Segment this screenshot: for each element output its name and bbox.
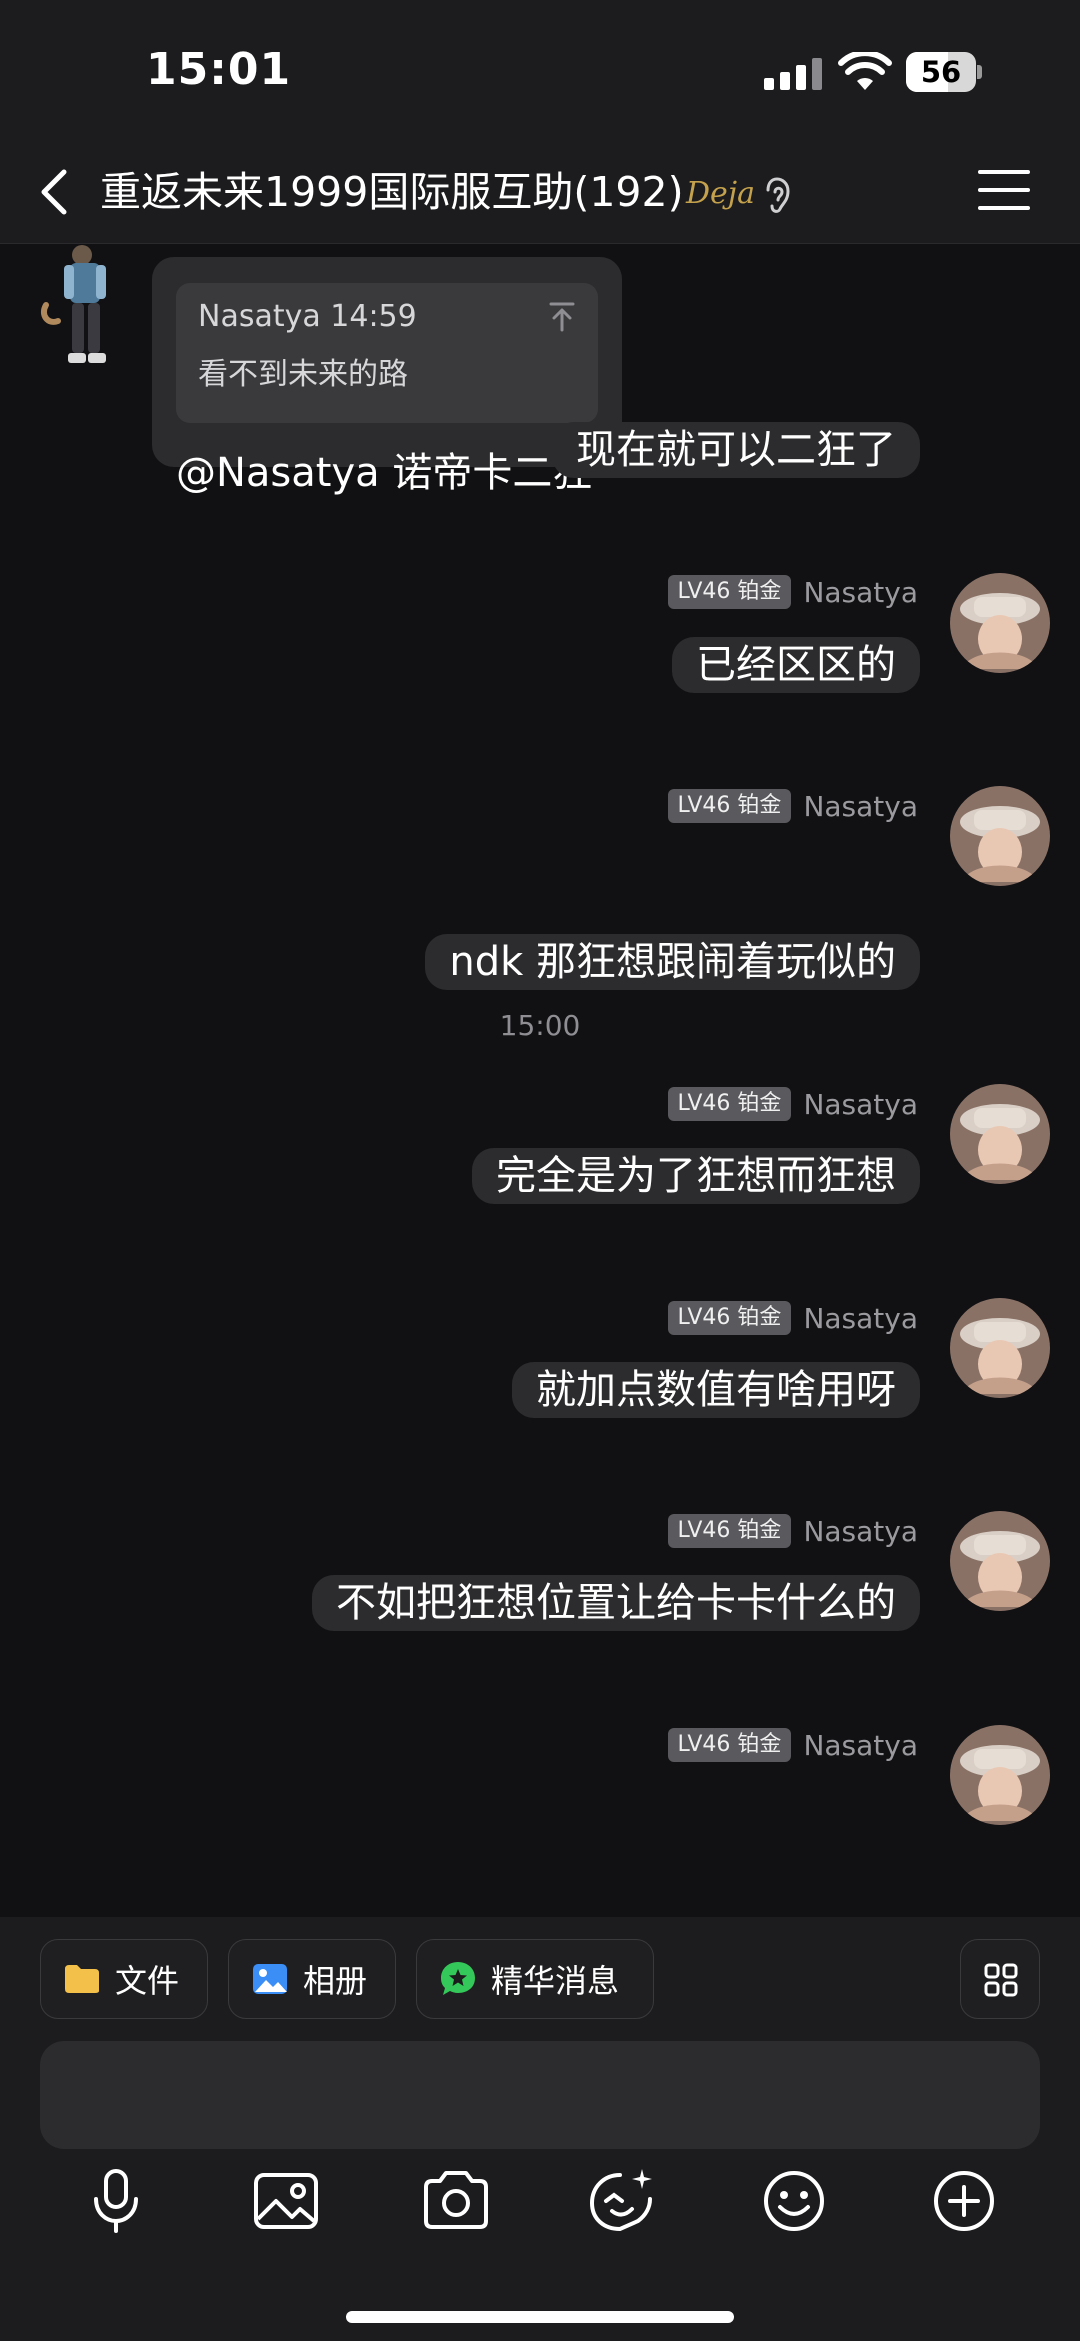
message-text: 已经区区的 <box>696 642 896 688</box>
avatar[interactable] <box>950 1511 1050 1611</box>
sender-name[interactable]: Nasatya <box>803 790 918 823</box>
avatar[interactable] <box>950 1725 1050 1825</box>
chat-messages[interactable]: Nasatya 14:59 看不到未来的路 @Nasatya 诺帝卡二狂 LV4… <box>0 245 1080 1917</box>
message-bubble[interactable]: 已经区区的 <box>672 637 920 693</box>
sender-info: LV46 铂金 Nasatya <box>667 1300 918 1336</box>
menu-icon[interactable] <box>978 170 1030 214</box>
message-text: ndk 那狂想跟闹着玩似的 <box>449 939 896 985</box>
folder-icon <box>65 1965 99 1993</box>
sender-name[interactable]: Nasatya <box>803 1088 918 1121</box>
message-bubble[interactable]: ndk 那狂想跟闹着玩似的 <box>425 934 920 990</box>
message-bubble[interactable]: 不如把狂想位置让给卡卡什么的 <box>312 1575 920 1631</box>
quoted-message[interactable]: Nasatya 14:59 看不到未来的路 <box>176 283 598 423</box>
sender-name[interactable]: Nasatya <box>803 576 918 609</box>
message-input[interactable] <box>40 2041 1040 2149</box>
level-badge: LV46 铂金 <box>667 789 792 823</box>
message-bubble[interactable]: 完全是为了狂想而狂想 <box>472 1148 920 1204</box>
avatar[interactable] <box>950 573 1050 673</box>
album-button[interactable]: 相册 <box>228 1939 396 2019</box>
featured-messages-button[interactable]: 精华消息 <box>416 1939 654 2019</box>
battery-level: 56 <box>920 55 962 89</box>
message-bubble[interactable]: 就加点数值有啥用呀 <box>512 1362 920 1418</box>
avatar[interactable] <box>950 786 1050 886</box>
wifi-icon <box>838 52 892 90</box>
avatar[interactable] <box>950 1298 1050 1398</box>
sender-info: LV46 铂金 Nasatya <box>667 1513 918 1549</box>
sender-name[interactable]: Nasatya <box>803 1515 918 1548</box>
sender-info: LV46 铂金 Nasatya <box>667 1086 918 1122</box>
status-bar: 15:01 56 <box>0 0 1080 140</box>
featured-label: 精华消息 <box>491 1962 620 2000</box>
sender-avatar-character[interactable] <box>36 245 132 373</box>
message-bubble[interactable]: 现在就可以二狂了 <box>552 422 920 478</box>
level-badge: LV46 铂金 <box>667 1301 792 1335</box>
more-apps-button[interactable] <box>960 1939 1040 2019</box>
featured-star-icon <box>441 1962 475 1995</box>
message-text: 不如把狂想位置让给卡卡什么的 <box>336 1580 896 1626</box>
microphone-icon[interactable] <box>78 2163 154 2239</box>
avatar[interactable] <box>950 1084 1050 1184</box>
grid-icon <box>984 1963 1018 1997</box>
back-chevron-icon[interactable] <box>30 164 80 220</box>
sender-name[interactable]: Nasatya <box>803 1302 918 1335</box>
emoji-icon[interactable] <box>756 2163 832 2239</box>
sender-info: LV46 铂金 Nasatya <box>667 574 918 610</box>
home-indicator[interactable] <box>346 2311 734 2323</box>
message-text: 完全是为了狂想而狂想 <box>496 1153 896 1199</box>
status-time: 15:01 <box>146 44 292 95</box>
message-text: 现在就可以二狂了 <box>576 427 896 473</box>
reply-text: @Nasatya 诺帝卡二狂 <box>176 450 593 496</box>
quoted-reply-bubble[interactable]: Nasatya 14:59 看不到未来的路 @Nasatya 诺帝卡二狂 <box>152 257 622 496</box>
deja-badge: Deja <box>686 176 755 211</box>
camera-icon[interactable] <box>418 2163 494 2239</box>
level-badge: LV46 铂金 <box>667 1728 792 1762</box>
album-icon <box>253 1964 287 1994</box>
sender-info: LV46 铂金 Nasatya <box>667 1727 918 1763</box>
chat-header: 重返未来1999国际服互助(192) Deja <box>0 140 1080 244</box>
message-text: 就加点数值有啥用呀 <box>536 1367 896 1413</box>
album-label: 相册 <box>303 1962 368 2000</box>
cellular-signal-icon <box>764 58 822 90</box>
image-icon[interactable] <box>248 2163 324 2239</box>
timestamp: 15:00 <box>499 1009 581 1042</box>
quoted-sender-time: Nasatya 14:59 <box>198 299 417 334</box>
sender-name[interactable]: Nasatya <box>803 1729 918 1762</box>
battery-icon: 56 <box>906 52 982 92</box>
quoted-text: 看不到未来的路 <box>198 357 408 392</box>
level-badge: LV46 铂金 <box>667 575 792 609</box>
jump-to-message-icon[interactable] <box>548 301 576 333</box>
sticker-icon[interactable] <box>584 2163 660 2239</box>
level-badge: LV46 铂金 <box>667 1514 792 1548</box>
level-badge: LV46 铂金 <box>667 1087 792 1121</box>
file-label: 文件 <box>115 1962 180 2000</box>
file-button[interactable]: 文件 <box>40 1939 208 2019</box>
group-title[interactable]: 重返未来1999国际服互助(192) <box>100 164 684 220</box>
input-panel: 文件 相册 精华消息 <box>0 1917 1080 2341</box>
plus-icon[interactable] <box>926 2163 1002 2239</box>
sender-info: LV46 铂金 Nasatya <box>667 788 918 824</box>
ear-icon[interactable] <box>764 176 794 216</box>
